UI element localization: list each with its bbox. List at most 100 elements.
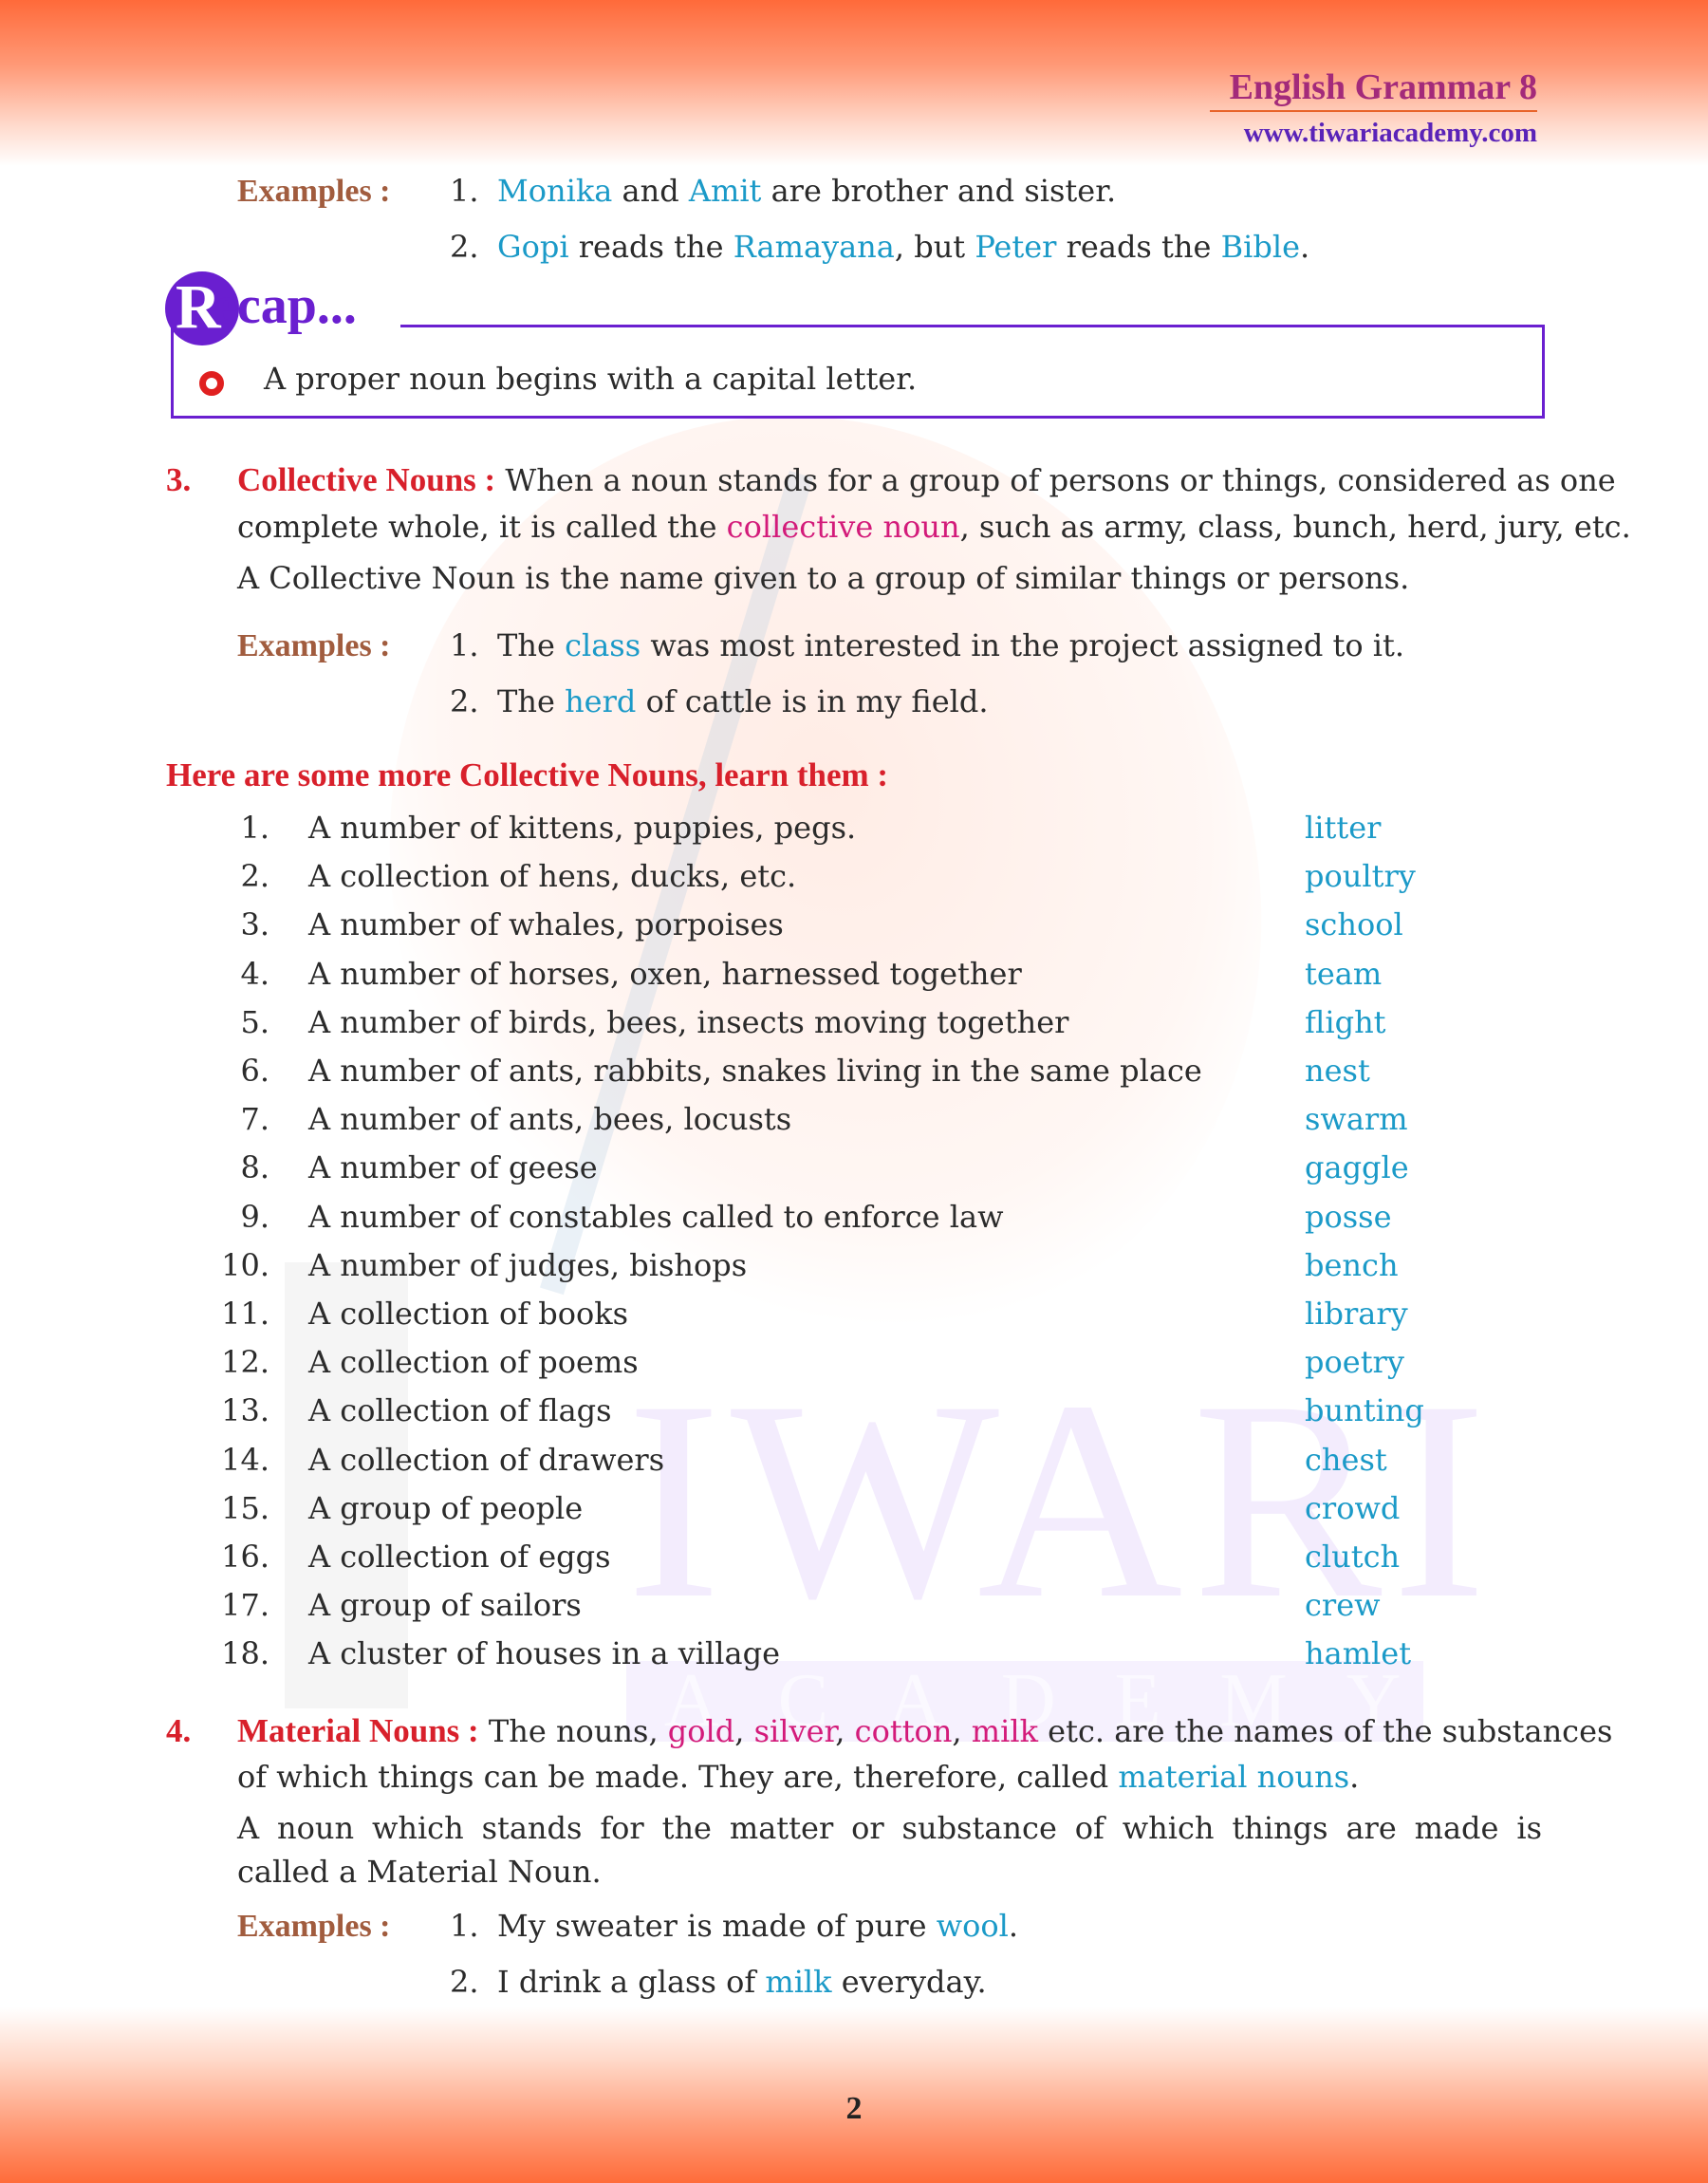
list-item-description: A group of sailors [308,1587,582,1623]
list-item-description: A collection of flags [308,1392,612,1428]
text-run: My sweater is made of pure [497,1908,937,1944]
definition-text: A noun which stands for the matter or su… [237,1810,1542,1846]
bullet-ring-icon [199,371,224,396]
list-item-number: 18. [221,1635,269,1671]
list-item-answer: posse [1305,1199,1392,1235]
list-item-description: A collection of eggs [308,1539,611,1575]
website-link[interactable]: www.tiwariacademy.com [1244,118,1537,149]
list-item-number: 10. [221,1247,269,1283]
book-title: English Grammar 8 [1229,67,1537,107]
section-text: The nouns, gold, silver, cotton, milk et… [479,1713,1613,1749]
list-item-answer: school [1305,906,1403,942]
text-run: , such as army, class, bunch, herd, jury… [959,509,1631,545]
example-number: 1. [450,627,479,663]
text-run: The [497,627,566,663]
highlighted-word: class [565,627,641,663]
header-divider [1210,110,1537,112]
list-item-answer: crew [1305,1587,1381,1623]
text-run: The nouns, [478,1713,668,1749]
list-item-answer: library [1305,1296,1408,1332]
recap-title: ecap... [214,276,357,335]
highlighted-word: silver [753,1713,836,1749]
list-item-number: 8. [240,1149,269,1185]
section-text-line: of which things can be made. They are, t… [237,1759,1359,1795]
text-run: I drink a glass of [497,1964,766,2000]
list-item-number: 3. [240,906,269,942]
example-number: 2. [450,229,479,265]
example-number: 2. [450,683,479,719]
section-intro-line: Collective Nouns : When a noun stands fo… [237,460,1616,500]
list-item-answer: bench [1305,1247,1399,1283]
text-run: etc. are the names of the substances [1037,1713,1613,1749]
list-item-description: A number of judges, bishops [308,1247,748,1283]
list-item-description: A number of whales, porpoises [308,906,784,942]
highlighted-word: Monika [497,173,613,209]
section-heading: Collective Nouns : [237,461,496,498]
text-run: reads the [568,229,733,265]
text-run: , [734,1713,754,1749]
page-number: 2 [845,2091,863,2126]
section-heading: Material Nouns : [237,1712,479,1749]
list-item-description: A collection of drawers [308,1442,665,1478]
highlighted-word: milk [971,1713,1038,1749]
list-item-number: 11. [221,1296,269,1332]
list-item-number: 12. [221,1344,269,1380]
text-run: everyday. [831,1964,987,2000]
list-item-description: A collection of poems [308,1344,639,1380]
example-number: 2. [450,1964,479,2000]
list-item-description: A collection of books [308,1296,629,1332]
list-item-number: 13. [221,1392,269,1428]
list-item-description: A number of ants, rabbits, snakes living… [308,1053,1202,1089]
list-item-answer: litter [1305,810,1382,846]
example-sentence: Monika and Amit are brother and sister. [497,173,1116,209]
highlighted-word: Ramayana [733,229,895,265]
example-sentence: Gopi reads the Ramayana, but Peter reads… [497,229,1309,265]
examples-label: Examples : [237,174,391,209]
list-item-answer: poetry [1305,1344,1404,1380]
list-item-description: A collection of hens, ducks, etc. [308,858,797,894]
text-run: and [612,173,689,209]
text-run: . [1008,1908,1019,1944]
text-run: complete whole, it is called the [237,509,727,545]
highlighted-word: gold [667,1713,735,1749]
example-sentence: The herd of cattle is in my field. [497,683,989,719]
list-item-description: A number of horses, oxen, harnessed toge… [308,956,1022,992]
highlighted-word: wool [936,1908,1009,1944]
highlighted-word: milk [765,1964,832,2000]
list-item-number: 9. [240,1199,269,1235]
text-run: , but [894,229,975,265]
section-intro-line: Material Nouns : The nouns, gold, silver… [237,1711,1612,1751]
section-number: 3. [166,461,192,498]
list-item-description: A number of birds, bees, insects moving … [308,1004,1069,1040]
list-item-number: 17. [221,1587,269,1623]
list-item-answer: chest [1305,1442,1387,1478]
text-run: , [835,1713,855,1749]
list-item-number: 4. [240,956,269,992]
text-run: . [1349,1759,1360,1795]
section-text: When a noun stands for a group of person… [495,462,1616,498]
list-item-answer: gaggle [1305,1149,1409,1185]
list-item-answer: swarm [1305,1101,1408,1137]
list-item-number: 6. [240,1053,269,1089]
list-item-number: 5. [240,1004,269,1040]
list-item-answer: crowd [1305,1490,1401,1526]
example-sentence: My sweater is made of pure wool. [497,1908,1018,1944]
list-item-answer: bunting [1305,1392,1424,1428]
section-number: 4. [166,1712,192,1749]
list-item-number: 1. [240,810,269,846]
recap-point: A proper noun begins with a capital lett… [264,361,918,397]
list-item-answer: clutch [1305,1539,1401,1575]
list-item-description: A number of kittens, puppies, pegs. [308,810,857,846]
text-run: of cattle is in my field. [636,683,989,719]
list-item-number: 7. [240,1101,269,1137]
text-run: , [952,1713,972,1749]
highlighted-word: cotton [854,1713,953,1749]
examples-label: Examples : [237,628,391,663]
list-item-description: A number of geese [308,1149,598,1185]
section-text-line: complete whole, it is called the collect… [237,509,1631,545]
list-item-number: 15. [221,1490,269,1526]
list-item-answer: team [1305,956,1383,992]
example-sentence: I drink a glass of milk everyday. [497,1964,987,2000]
list-item-answer: nest [1305,1053,1370,1089]
list-item-description: A group of people [308,1490,584,1526]
